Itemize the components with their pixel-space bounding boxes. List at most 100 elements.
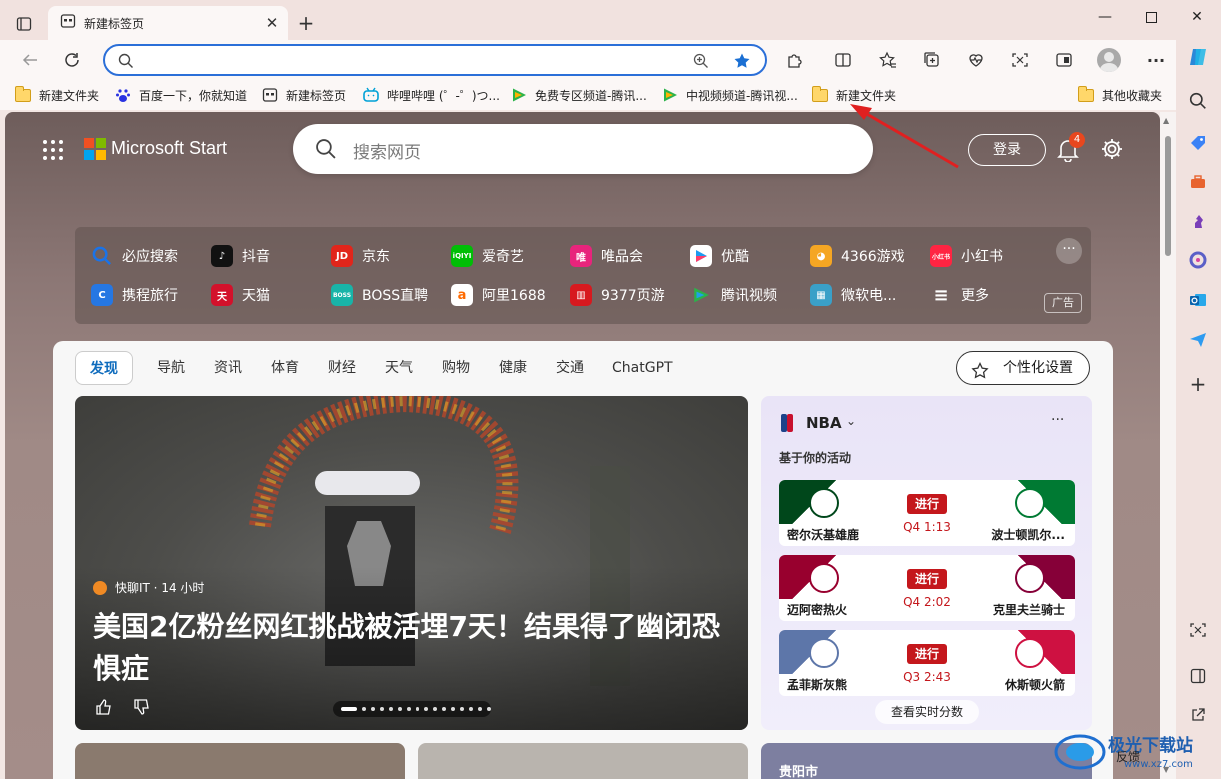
microsoft365-icon[interactable]	[1187, 249, 1209, 271]
favorites-icon[interactable]	[876, 48, 900, 72]
bookmark-item[interactable]: 新建文件夹	[14, 85, 100, 105]
tab-actions-icon[interactable]	[10, 10, 38, 38]
bookmark-item-new-folder[interactable]: 新建文件夹	[811, 85, 896, 105]
chevron-down-icon[interactable]: ⌄	[846, 414, 856, 428]
screenshot-sidebar-icon[interactable]	[1187, 619, 1209, 641]
more-options-icon[interactable]: ···	[1144, 48, 1168, 72]
tab-navigation[interactable]: 导航	[157, 351, 185, 385]
game-row[interactable]: 进行 Q4 1:13 密尔沃基雄鹿 波士顿凯尔...	[779, 480, 1075, 546]
story-card[interactable]	[75, 743, 405, 779]
collections-icon[interactable]	[920, 48, 944, 72]
quick-link[interactable]: 唯唯品会	[570, 244, 643, 268]
game-row[interactable]: 进行 Q4 2:02 迈阿密热火 克里夫兰骑士	[779, 555, 1075, 621]
tab-finance[interactable]: 财经	[328, 351, 356, 385]
tab-health[interactable]: 健康	[499, 351, 527, 385]
games-icon[interactable]	[1187, 210, 1209, 232]
maximize-icon[interactable]	[1128, 4, 1174, 30]
hide-sidebar-icon[interactable]	[1187, 665, 1209, 687]
tab-weather[interactable]: 天气	[385, 351, 413, 385]
address-bar[interactable]	[103, 44, 767, 76]
quick-link[interactable]: ◕ 4366游戏	[810, 244, 905, 268]
weather-card[interactable]: 贵阳市	[761, 743, 1092, 779]
tab-chatgpt[interactable]: ChatGPT	[612, 351, 673, 385]
back-icon[interactable]	[16, 46, 44, 74]
bookmark-label: 新建文件夹	[39, 88, 100, 103]
performance-icon[interactable]	[964, 48, 988, 72]
app-launcher-icon[interactable]	[43, 140, 63, 160]
web-search-box[interactable]: 搜索网页	[293, 124, 873, 174]
tab-new-tab[interactable]: 新建标签页 ✕	[48, 6, 288, 40]
quick-link[interactable]: a 阿里1688	[451, 283, 546, 307]
tab-shopping[interactable]: 购物	[442, 351, 470, 385]
quick-link[interactable]: JD 京东	[331, 244, 390, 268]
settings-gear-icon[interactable]	[1100, 137, 1124, 161]
quick-link[interactable]: iQIYI 爱奇艺	[451, 244, 524, 268]
youku-icon	[690, 245, 712, 267]
quick-link[interactable]: C 携程旅行	[91, 283, 178, 307]
quick-links-more-icon[interactable]: ···	[1056, 238, 1082, 264]
search-icon	[315, 138, 337, 164]
scroll-up-icon[interactable]: ▲	[1163, 116, 1169, 125]
brand-title: Microsoft Start	[111, 138, 228, 158]
bookmark-item[interactable]: 免费专区频道-腾讯...	[511, 85, 647, 105]
dislike-icon[interactable]	[133, 698, 151, 720]
bookmark-item[interactable]: 中视频频道-腾讯视...	[662, 85, 798, 105]
hero-story-card[interactable]: 快聊IT · 14 小时 美国2亿粉丝网红挑战被活埋7天！结果得了幽闭恐惧症	[75, 396, 748, 730]
zoom-icon[interactable]	[690, 50, 712, 72]
quick-link[interactable]: ♪ 抖音	[211, 244, 270, 268]
bookmark-item[interactable]: 哔哩哔哩 (゜-゜)つ...	[363, 85, 500, 105]
source-logo-icon	[93, 580, 107, 595]
scroll-thumb[interactable]	[1165, 136, 1171, 256]
add-sidebar-app-icon[interactable]: +	[1187, 372, 1209, 396]
more-links[interactable]: ≡ 更多	[930, 283, 989, 307]
personalize-button[interactable]: 个性化设置	[956, 351, 1090, 385]
tab-sports[interactable]: 体育	[271, 351, 299, 385]
close-window-icon[interactable]: ✕	[1174, 4, 1220, 30]
carousel-indicator[interactable]	[333, 701, 492, 717]
tab-traffic[interactable]: 交通	[556, 351, 584, 385]
search-icon[interactable]	[1187, 90, 1209, 112]
live-scores-button[interactable]: 查看实时分数	[875, 700, 979, 724]
quick-link[interactable]: 优酷	[690, 244, 749, 268]
split-screen-icon[interactable]	[831, 48, 855, 72]
minimize-icon[interactable]: —	[1082, 4, 1128, 30]
feedback-button[interactable]: 反馈	[1116, 748, 1140, 765]
favorite-star-icon[interactable]	[731, 50, 753, 72]
quick-link[interactable]: 腾讯视频	[690, 283, 777, 307]
drop-send-icon[interactable]	[1187, 329, 1209, 351]
bookmark-item[interactable]: 百度一下，你就知道	[115, 85, 247, 105]
tab-news[interactable]: 资讯	[214, 351, 242, 385]
quick-link[interactable]: ▥ 9377页游	[570, 283, 665, 307]
extensions-icon[interactable]	[783, 48, 807, 72]
tools-icon[interactable]	[1187, 171, 1209, 193]
refresh-icon[interactable]	[58, 46, 86, 74]
quick-link[interactable]: BOSS BOSS直聘	[331, 283, 428, 307]
profile-avatar[interactable]	[1097, 48, 1121, 72]
bookmark-label: 哔哩哔哩 (゜-゜)つ...	[387, 88, 500, 103]
open-external-icon[interactable]	[1187, 704, 1209, 726]
new-tab-button[interactable]: +	[294, 12, 318, 36]
card-more-icon[interactable]: ···	[1051, 412, 1064, 428]
address-input[interactable]	[147, 51, 667, 71]
quick-link[interactable]: 小红书 小红书	[930, 244, 1003, 268]
quick-link[interactable]: 天天猫	[211, 283, 270, 307]
shopping-tag-icon[interactable]	[1187, 132, 1209, 154]
other-favorites[interactable]: 其他收藏夹	[1077, 85, 1162, 105]
browser-essentials-icon[interactable]	[1052, 48, 1076, 72]
quick-link[interactable]: 必应搜索	[91, 244, 178, 268]
copilot-icon[interactable]	[1187, 46, 1209, 68]
screenshot-icon[interactable]	[1008, 48, 1032, 72]
bookmark-item[interactable]: 新建标签页	[262, 85, 346, 105]
close-tab-icon[interactable]: ✕	[260, 11, 284, 35]
story-card[interactable]	[418, 743, 748, 779]
quick-link[interactable]: ▦ 微软电...	[810, 283, 896, 307]
tab-discover[interactable]: 发现	[75, 351, 133, 385]
game-row[interactable]: 进行 Q3 2:43 孟菲斯灰熊 休斯顿火箭	[779, 630, 1075, 696]
like-icon[interactable]	[95, 698, 113, 720]
newtab-page-icon	[60, 13, 76, 33]
page-scrollbar[interactable]: ▲ ▼	[1160, 112, 1176, 779]
outlook-icon[interactable]	[1187, 289, 1209, 311]
story-headline[interactable]: 美国2亿粉丝网红挑战被活埋7天！结果得了幽闭恐惧症	[93, 606, 733, 690]
quick-link-label: 9377页游	[601, 288, 665, 304]
login-button[interactable]: 登录	[968, 134, 1046, 166]
